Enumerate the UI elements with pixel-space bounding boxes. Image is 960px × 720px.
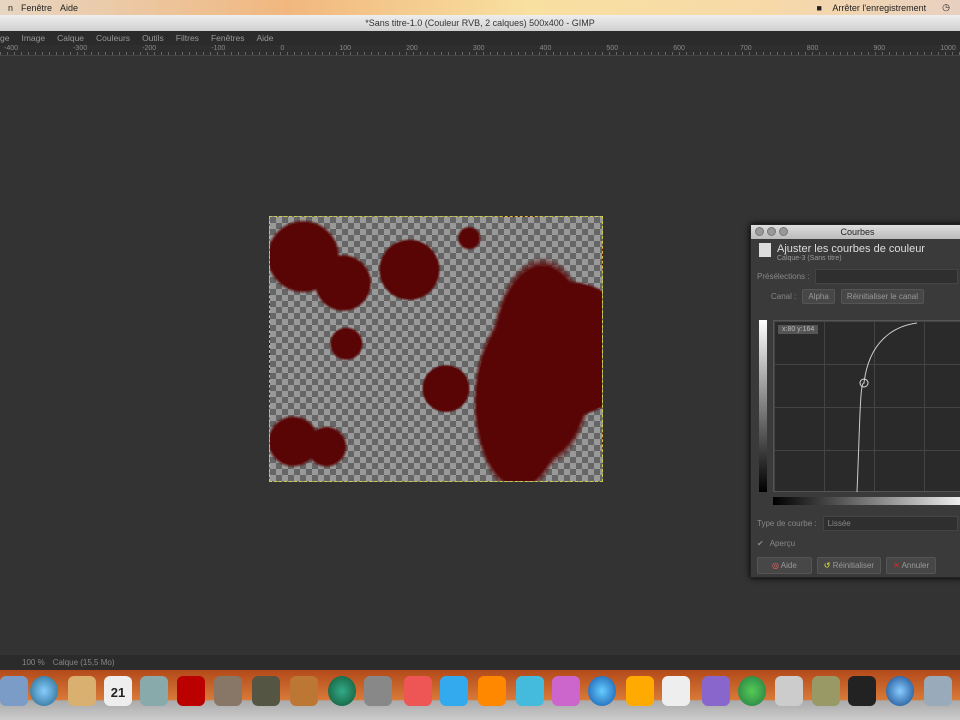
ruler-tick: 400 [539, 45, 552, 52]
ruler-tick: 0 [280, 45, 285, 52]
x11-icon[interactable] [848, 676, 876, 706]
iphoto-icon[interactable] [140, 676, 168, 706]
menu-fenetres[interactable]: Fenêtres [211, 31, 245, 45]
check-icon: ✔ [757, 538, 764, 548]
app-icon[interactable] [662, 676, 690, 706]
finder-icon[interactable] [924, 676, 952, 706]
preview-icon[interactable] [0, 676, 28, 706]
ruler-tick: 100 [339, 45, 352, 52]
menu-item[interactable]: n [8, 3, 13, 13]
menu-calque[interactable]: Calque [57, 31, 84, 45]
cancel-icon: ✕ [893, 560, 900, 570]
window-title: *Sans titre-1.0 (Couleur RVB, 2 calques)… [0, 15, 960, 31]
minimize-button[interactable] [767, 227, 776, 236]
dialog-titlebar[interactable]: Courbes [751, 225, 960, 239]
ruler-tick: 1000 [940, 45, 956, 52]
calendar-icon[interactable]: 21 [104, 676, 132, 706]
ruler-tick: -200 [142, 45, 157, 52]
word-icon[interactable] [440, 676, 468, 706]
app-icon[interactable] [552, 676, 580, 706]
curves-icon [759, 243, 771, 257]
menu-aide[interactable]: Aide [256, 31, 273, 45]
image-capture-icon[interactable] [214, 676, 242, 706]
menu-couleurs[interactable]: Couleurs [96, 31, 130, 45]
address-book-icon[interactable] [68, 676, 96, 706]
utorrent-icon[interactable] [738, 676, 766, 706]
ruler-tick: -100 [211, 45, 226, 52]
menu-aide[interactable]: Aide [60, 3, 78, 13]
curve-graph[interactable]: x:80 y:164 [773, 320, 960, 493]
presets-combo[interactable] [815, 268, 958, 284]
itunes-icon[interactable] [588, 676, 616, 706]
recording-label: Arrêter l'enregistrement [832, 2, 927, 13]
quicktime-icon[interactable] [886, 676, 914, 706]
presets-label: Présélections : [757, 271, 810, 281]
time-machine-icon[interactable] [328, 676, 356, 706]
app-icon[interactable] [775, 676, 803, 706]
gimp-icon[interactable] [812, 676, 840, 706]
stop-recording-button[interactable]: ■ Arrêter l'enregistrement [816, 3, 926, 13]
channel-select[interactable]: Alpha [802, 288, 835, 304]
close-button[interactable] [755, 227, 764, 236]
reset-label: Réinitialiser [832, 560, 875, 570]
curve-line[interactable] [774, 321, 960, 493]
curves-dialog: Courbes Ajuster les courbes de couleur Ca… [750, 224, 960, 578]
horizontal-ruler: -400 -300 -200 -100 0 100 200 300 400 500 600 700 80… [0, 45, 960, 56]
status-bar: 100 % Calque (15,5 Mo) [0, 655, 960, 670]
horizontal-gradient-bar [773, 497, 960, 505]
ruler-tick: 500 [606, 45, 619, 52]
help-button[interactable]: ◎ Aide [757, 556, 812, 574]
channel-label: Canal : [771, 291, 797, 301]
vertical-gradient-bar [759, 320, 767, 492]
reset-button[interactable]: ↺ Réinitialiser [816, 556, 882, 574]
ruler-tick: 600 [673, 45, 685, 52]
garageband-icon[interactable] [290, 676, 318, 706]
app-icon[interactable] [626, 676, 654, 706]
menu-image[interactable]: Image [21, 31, 45, 45]
menu-edit[interactable]: ge [0, 31, 9, 45]
lifebuoy-icon: ◎ [772, 560, 779, 570]
app-icon[interactable] [702, 676, 730, 706]
system-preferences-icon[interactable] [364, 676, 392, 706]
curve-type-select[interactable]: Lissée [822, 515, 958, 531]
safari-icon[interactable] [30, 676, 58, 706]
menu-filtres[interactable]: Filtres [176, 31, 199, 45]
image-layer[interactable] [269, 216, 603, 482]
menu-outils[interactable]: Outils [142, 31, 164, 45]
cancel-button[interactable]: ✕ Annuler [886, 556, 937, 574]
clock-icon: ◷ [942, 2, 950, 12]
photo-booth-icon[interactable] [177, 676, 205, 706]
vlc-icon[interactable] [478, 676, 506, 706]
ruler-tick: -300 [73, 45, 88, 52]
ruler-tick: 800 [806, 45, 819, 52]
mac-menubar: n Fenêtre Aide ■ Arrêter l'enregistremen… [0, 0, 960, 15]
dialog-subheading: Calque-3 (Sans titre) [777, 255, 842, 262]
dialog-heading: Ajuster les courbes de couleur [777, 243, 925, 255]
help-label: Aide [780, 560, 797, 570]
layer-info: Calque (15,5 Mo) [52, 658, 115, 667]
powerpoint-icon[interactable] [404, 676, 432, 706]
menu-fenetre[interactable]: Fenêtre [21, 3, 52, 13]
reset-channel-button[interactable]: Réinitialiser le canal [840, 288, 924, 304]
ruler-tick: 200 [406, 45, 418, 52]
ruler-tick: 900 [873, 45, 886, 52]
gimp-menubar: ge Image Calque Couleurs Outils Filtres … [0, 31, 960, 45]
zoom-select[interactable]: 100 % [22, 655, 45, 670]
dock: 21 [0, 670, 960, 720]
preview-checkbox[interactable]: ✔ Aperçu [751, 533, 960, 553]
cancel-label: Annuler [901, 560, 930, 570]
reset-icon: ↺ [823, 560, 831, 570]
preview-label: Aperçu [769, 538, 796, 548]
imovie-icon[interactable] [252, 676, 280, 706]
ruler-tick: 300 [472, 45, 485, 52]
zoom-button[interactable] [779, 227, 788, 236]
ruler-tick: -400 [4, 45, 19, 52]
app-icon[interactable] [516, 676, 544, 706]
dialog-title: Courbes [840, 227, 875, 237]
curve-type-label: Type de courbe : [757, 518, 817, 528]
ruler-tick: 700 [739, 45, 752, 52]
